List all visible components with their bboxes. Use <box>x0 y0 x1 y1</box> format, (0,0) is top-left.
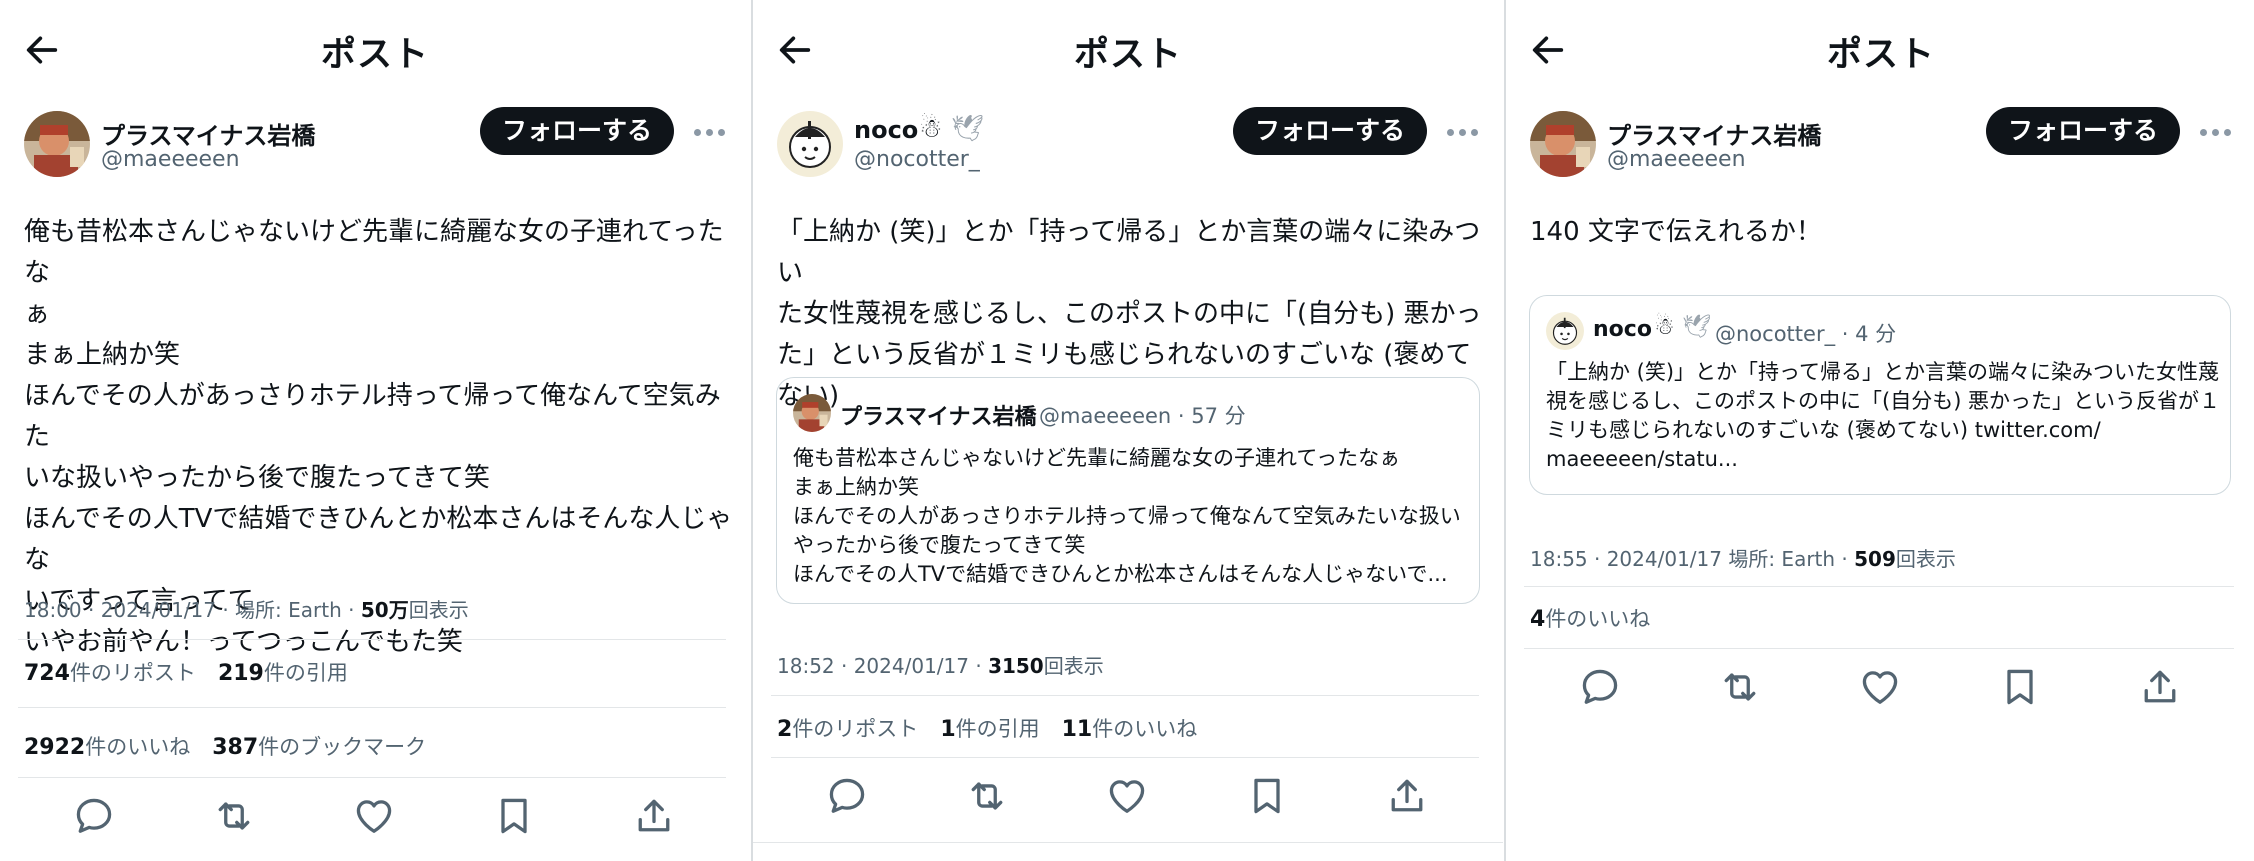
share-icon[interactable] <box>632 794 676 838</box>
action-bar <box>753 774 1503 822</box>
header-title: ポスト <box>320 35 429 75</box>
stat-label[interactable]: 件のいいね <box>85 735 190 759</box>
stat-label[interactable]: 件のリポスト <box>792 717 918 741</box>
quote-avatar <box>793 394 831 432</box>
quote-avatar <box>1546 312 1584 350</box>
action-bar <box>1506 665 2254 713</box>
action-bar <box>0 794 750 842</box>
share-icon[interactable] <box>2138 665 2182 709</box>
divider <box>771 757 1479 758</box>
author-name[interactable]: noco <box>854 116 918 144</box>
snowman-emoji-icon: ☃ <box>919 114 943 144</box>
quote-text: 「上納か (笑)」とか「持って帰る」とか言葉の端々に染みついた女性蔑 視を感じる… <box>1546 360 2221 471</box>
stat-number: 1 <box>940 717 956 742</box>
stat-label[interactable]: 件のブックマーク <box>258 735 426 759</box>
divider <box>771 695 1479 696</box>
stats-row: 724件のリポスト 219件の引用 <box>24 657 348 687</box>
post-header: ポスト <box>1506 0 2254 100</box>
header-title: ポスト <box>1073 35 1182 75</box>
quote-author-name: プラスマイナス岩橋 <box>840 405 1037 430</box>
divider <box>18 639 726 640</box>
reply-icon[interactable] <box>72 794 116 838</box>
stat-label[interactable]: 件のリポスト <box>70 661 196 685</box>
follow-button[interactable]: フォローする <box>480 107 674 155</box>
avatar[interactable] <box>1530 111 1596 177</box>
author-handle[interactable]: @maeeeeen <box>1607 147 1746 172</box>
bookmark-icon[interactable] <box>1998 665 2042 709</box>
quote-author-handle: @nocotter_ · 4 分 <box>1715 322 1897 346</box>
post-time: 18:52 · 2024/01/17 · <box>777 654 989 678</box>
bookmark-icon[interactable] <box>492 794 536 838</box>
quoted-post[interactable]: プラスマイナス岩橋 @maeeeeen · 57 分 俺も昔松本さんじゃないけど… <box>776 377 1480 604</box>
like-icon[interactable] <box>1858 665 1902 709</box>
post-time: 18:55 · 2024/01/17 場所: Earth · <box>1530 547 1855 571</box>
divider <box>1524 648 2234 649</box>
stat-label[interactable]: 件の引用 <box>956 717 1040 741</box>
stat-number: 2922 <box>24 735 86 760</box>
stat-number: 387 <box>212 735 259 760</box>
more-dots-icon[interactable] <box>694 127 728 137</box>
post-meta: 18:55 · 2024/01/17 場所: Earth · 509回表示 <box>1530 543 1956 572</box>
post-meta: 18:00 · 2024/01/17 · 場所: Earth · 50万回表示 <box>24 594 469 623</box>
post-panel-1: ポスト プラスマイナス岩橋 @maeeeeen フォローする 俺も昔松本さんじゃ… <box>0 0 750 861</box>
post-panel-3: ポスト プラスマイナス岩橋 @maeeeeen フォローする 140 文字で伝え… <box>1506 0 2254 861</box>
stats-row: 2件のリポスト 1件の引用 11件のいいね <box>777 713 1197 743</box>
stat-label[interactable]: 件のいいね <box>1092 717 1197 741</box>
view-count: 3150 <box>988 654 1044 678</box>
post-header: ポスト <box>0 0 750 100</box>
share-icon[interactable] <box>1385 774 1429 818</box>
post-text: 140 文字で伝えれるか！ <box>1530 217 1822 247</box>
view-count: 50万 <box>360 598 409 622</box>
header-title: ポスト <box>1826 35 1935 75</box>
like-icon[interactable] <box>1105 774 1149 818</box>
stats-row: 4件のいいね <box>1530 603 1650 633</box>
post-time: 18:00 · 2024/01/17 · 場所: Earth · <box>24 598 361 622</box>
author-name[interactable]: プラスマイナス岩橋 <box>1607 116 1821 151</box>
snowman-emoji-icon: ☃ <box>1654 314 1675 340</box>
view-label: 回表示 <box>1043 654 1104 678</box>
reply-icon[interactable] <box>1578 665 1622 709</box>
stat-label[interactable]: 件のいいね <box>1545 607 1650 631</box>
divider <box>18 707 726 708</box>
view-label: 回表示 <box>408 598 469 622</box>
dove-emoji-icon: 🕊 <box>1682 314 1712 340</box>
reply-icon[interactable] <box>825 774 869 818</box>
post-panel-2: ポスト noco ☃ 🕊 @nocotter_ フォローする 「上納か (笑)」… <box>753 0 1503 861</box>
retweet-icon[interactable] <box>212 794 256 838</box>
quote-text: 俺も昔松本さんじゃないけど先輩に綺麗な女の子連れてったなぁ まぁ上納か笑 ほんで… <box>793 446 1461 586</box>
post-header: ポスト <box>753 0 1503 100</box>
avatar[interactable] <box>24 111 90 177</box>
like-icon[interactable] <box>352 794 396 838</box>
stat-number: 11 <box>1061 717 1093 742</box>
quote-author-handle: @maeeeeen · 57 分 <box>1039 404 1246 428</box>
view-label: 回表示 <box>1895 547 1956 571</box>
more-dots-icon[interactable] <box>2200 127 2234 137</box>
divider <box>1524 586 2234 587</box>
retweet-icon[interactable] <box>965 774 1009 818</box>
bookmark-icon[interactable] <box>1245 774 1289 818</box>
divider <box>753 842 1503 843</box>
author-handle[interactable]: @nocotter_ <box>854 147 980 172</box>
post-meta: 18:52 · 2024/01/17 · 3150回表示 <box>777 650 1104 679</box>
avatar[interactable] <box>777 111 843 177</box>
author-handle[interactable]: @maeeeeen <box>101 147 240 172</box>
stat-number: 724 <box>24 661 70 686</box>
stat-number: 219 <box>217 661 264 686</box>
view-count: 509 <box>1854 547 1896 571</box>
stat-number: 4 <box>1530 607 1546 632</box>
divider <box>18 777 726 778</box>
more-dots-icon[interactable] <box>1447 127 1481 137</box>
follow-button[interactable]: フォローする <box>1233 107 1427 155</box>
retweet-icon[interactable] <box>1718 665 1762 709</box>
stat-label[interactable]: 件の引用 <box>264 661 348 685</box>
stats-row: 2922件のいいね 387件のブックマーク <box>24 731 426 761</box>
quote-author-name: noco <box>1593 317 1652 342</box>
quoted-post[interactable]: noco ☃ 🕊 @nocotter_ · 4 分 「上納か (笑)」とか「持っ… <box>1529 295 2231 495</box>
author-name[interactable]: プラスマイナス岩橋 <box>101 116 315 151</box>
dove-emoji-icon: 🕊 <box>951 114 985 144</box>
stat-number: 2 <box>777 717 793 742</box>
follow-button[interactable]: フォローする <box>1986 107 2180 155</box>
